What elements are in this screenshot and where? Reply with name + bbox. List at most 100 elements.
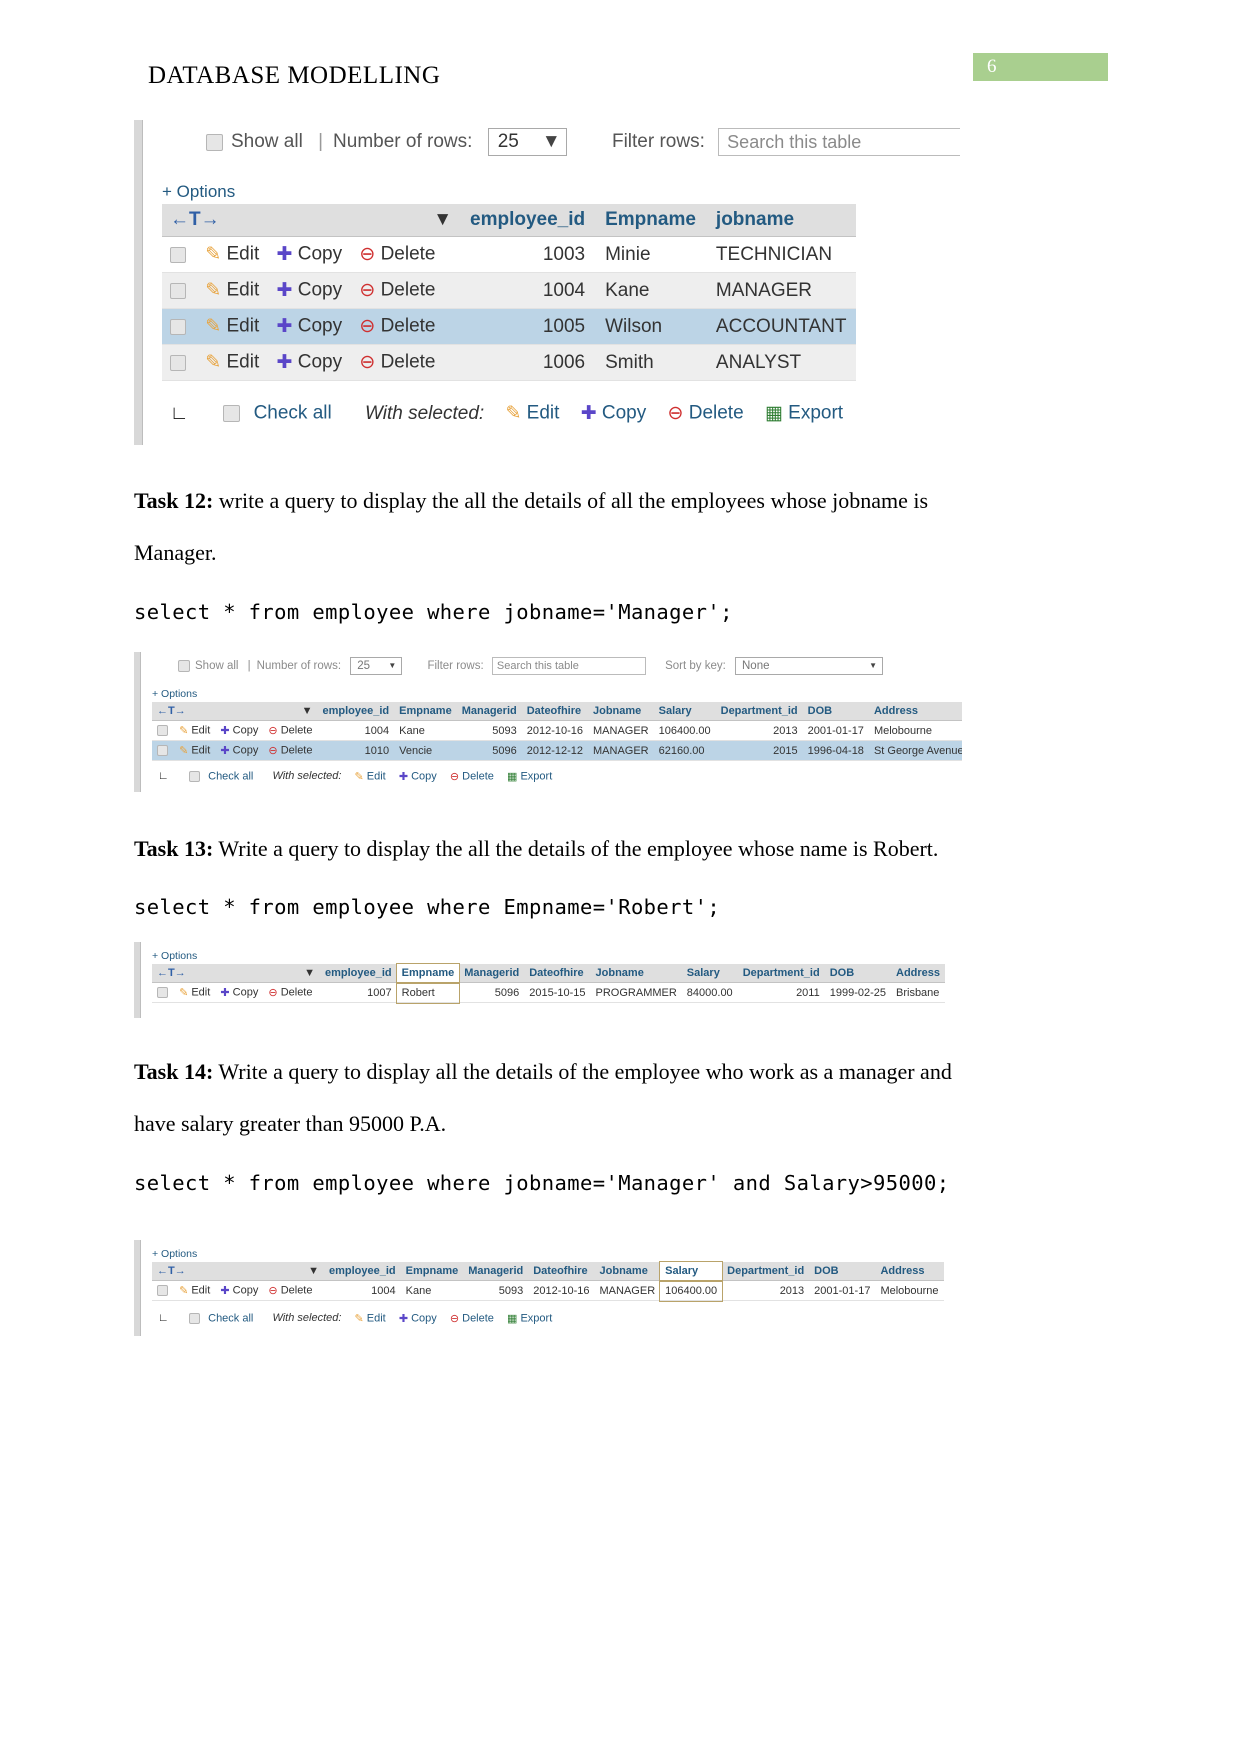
delete-icon[interactable]: ⊖: [359, 351, 375, 374]
sort-control-header[interactable]: ←T→ ▼: [162, 204, 460, 237]
delete-icon[interactable]: ⊖: [268, 724, 277, 737]
delete-link[interactable]: Delete: [381, 352, 436, 373]
footer-export-button[interactable]: Export: [520, 1312, 552, 1324]
edit-icon[interactable]: ✎: [179, 986, 188, 999]
column-header-jobname[interactable]: jobname: [705, 204, 857, 237]
column-header-salary[interactable]: Salary: [681, 964, 738, 983]
delete-icon[interactable]: ⊖: [450, 770, 459, 783]
sort-arrows-icon[interactable]: ←T→: [170, 209, 220, 230]
delete-icon[interactable]: ⊖: [359, 243, 375, 266]
number-of-rows-select[interactable]: 25 ▼: [350, 657, 403, 675]
sort-arrows-icon[interactable]: ←T→: [157, 967, 186, 979]
column-header-jobname[interactable]: Jobname: [594, 1262, 661, 1281]
footer-export-button[interactable]: Export: [520, 770, 552, 782]
column-header-salary[interactable]: Salary: [659, 1261, 724, 1282]
delete-icon[interactable]: ⊖: [668, 402, 684, 425]
edit-icon[interactable]: ✎: [355, 770, 364, 783]
edit-link[interactable]: Edit: [191, 744, 210, 756]
delete-icon[interactable]: ⊖: [268, 986, 277, 999]
options-toggle-4[interactable]: + Options: [152, 1248, 197, 1260]
export-icon[interactable]: ▦: [765, 402, 783, 425]
row-checkbox[interactable]: [157, 1285, 168, 1296]
sort-arrows-icon[interactable]: ←T→: [157, 705, 186, 717]
copy-icon[interactable]: ✚: [220, 744, 229, 757]
show-all-label[interactable]: Show all: [231, 131, 303, 152]
footer-copy-button[interactable]: Copy: [602, 403, 646, 424]
footer-edit-button[interactable]: Edit: [527, 403, 560, 424]
footer-delete-button[interactable]: Delete: [689, 403, 744, 424]
chevron-down-icon[interactable]: ▼: [304, 967, 315, 979]
row-checkbox[interactable]: [157, 725, 168, 736]
footer-edit-button[interactable]: Edit: [367, 770, 386, 782]
delete-link[interactable]: Delete: [381, 316, 436, 337]
edit-icon[interactable]: ✎: [179, 1284, 188, 1297]
column-header-salary[interactable]: Salary: [653, 702, 716, 721]
filter-rows-input[interactable]: Search this table: [491, 657, 646, 675]
column-header-managerid[interactable]: Managerid: [459, 964, 525, 983]
edit-icon[interactable]: ✎: [205, 351, 221, 374]
column-header-empname[interactable]: Empname: [400, 1262, 464, 1281]
row-checkbox[interactable]: [170, 246, 186, 263]
footer-copy-button[interactable]: Copy: [411, 1312, 437, 1324]
delete-icon[interactable]: ⊖: [359, 315, 375, 338]
delete-link[interactable]: Delete: [281, 1284, 313, 1296]
column-header-department-id[interactable]: Department_id: [737, 964, 825, 983]
edit-link[interactable]: Edit: [191, 1284, 210, 1296]
export-icon[interactable]: ▦: [507, 770, 517, 783]
footer-delete-button[interactable]: Delete: [462, 1312, 494, 1324]
column-header-dob[interactable]: DOB: [809, 1262, 876, 1281]
column-header-dateofhire[interactable]: Dateofhire: [528, 1262, 595, 1281]
table-row[interactable]: ✎ Edit ✚ Copy ⊖ Delete 1010 Vencie 5096 …: [152, 740, 962, 761]
copy-icon[interactable]: ✚: [277, 315, 293, 338]
table-row[interactable]: ✎ Edit ✚ Copy ⊖ Delete 1004 Kane 5093 20…: [152, 1279, 944, 1302]
edit-link[interactable]: Edit: [226, 316, 259, 337]
sort-arrows-icon[interactable]: ←T→: [157, 1265, 186, 1277]
column-header-employee-id[interactable]: employee_id: [317, 702, 395, 721]
column-header-jobname[interactable]: Jobname: [590, 964, 682, 983]
edit-icon[interactable]: ✎: [179, 744, 188, 757]
footer-delete-button[interactable]: Delete: [462, 770, 494, 782]
row-checkbox[interactable]: [170, 282, 186, 299]
edit-link[interactable]: Edit: [226, 280, 259, 301]
column-header-employee-id[interactable]: employee_id: [324, 1262, 401, 1281]
sort-control-header[interactable]: ←T→ ▼: [152, 1262, 324, 1281]
delete-icon[interactable]: ⊖: [359, 279, 375, 302]
copy-link[interactable]: Copy: [298, 352, 342, 373]
copy-icon[interactable]: ✚: [277, 243, 293, 266]
copy-link[interactable]: Copy: [233, 744, 259, 756]
column-header-managerid[interactable]: Managerid: [463, 1262, 529, 1281]
chevron-down-icon[interactable]: ▼: [302, 705, 313, 717]
copy-link[interactable]: Copy: [233, 724, 259, 736]
column-header-dateofhire[interactable]: Dateofhire: [524, 964, 591, 983]
edit-icon[interactable]: ✎: [505, 402, 521, 425]
table-row[interactable]: ✎ Edit ✚ Copy ⊖ Delete 1005 Wilson ACCOU…: [162, 308, 857, 345]
copy-icon[interactable]: ✚: [581, 402, 597, 425]
edit-icon[interactable]: ✎: [355, 1312, 364, 1325]
column-header-department-id[interactable]: Department_id: [722, 1262, 810, 1281]
copy-icon[interactable]: ✚: [220, 986, 229, 999]
cell-empname[interactable]: Robert: [395, 981, 461, 1004]
edit-link[interactable]: Edit: [226, 244, 259, 265]
delete-link[interactable]: Delete: [381, 280, 436, 301]
sort-control-header[interactable]: ←T→ ▼: [152, 964, 320, 983]
chevron-down-icon[interactable]: ▼: [433, 209, 452, 231]
delete-link[interactable]: Delete: [381, 244, 436, 265]
delete-icon[interactable]: ⊖: [268, 744, 277, 757]
edit-icon[interactable]: ✎: [205, 243, 221, 266]
row-checkbox[interactable]: [170, 318, 186, 335]
delete-icon[interactable]: ⊖: [450, 1312, 459, 1325]
show-all-checkbox[interactable]: [178, 660, 190, 672]
column-header-employee-id[interactable]: employee_id: [320, 964, 397, 983]
column-header-empname[interactable]: Empname: [395, 963, 461, 984]
options-toggle-1[interactable]: + Options: [162, 182, 235, 202]
delete-link[interactable]: Delete: [281, 744, 313, 756]
check-all-checkbox[interactable]: [223, 405, 241, 422]
column-header-jobname[interactable]: Jobname: [588, 702, 654, 721]
number-of-rows-select[interactable]: 25 ▼: [487, 128, 567, 156]
table-row[interactable]: ✎ Edit ✚ Copy ⊖ Delete 1004 Kane 5093 20…: [152, 720, 962, 741]
column-header-empname[interactable]: Empname: [394, 702, 457, 721]
column-header-department-id[interactable]: Department_id: [715, 702, 803, 721]
copy-link[interactable]: Copy: [298, 280, 342, 301]
copy-link[interactable]: Copy: [298, 316, 342, 337]
filter-rows-input[interactable]: Search this table: [718, 128, 960, 156]
